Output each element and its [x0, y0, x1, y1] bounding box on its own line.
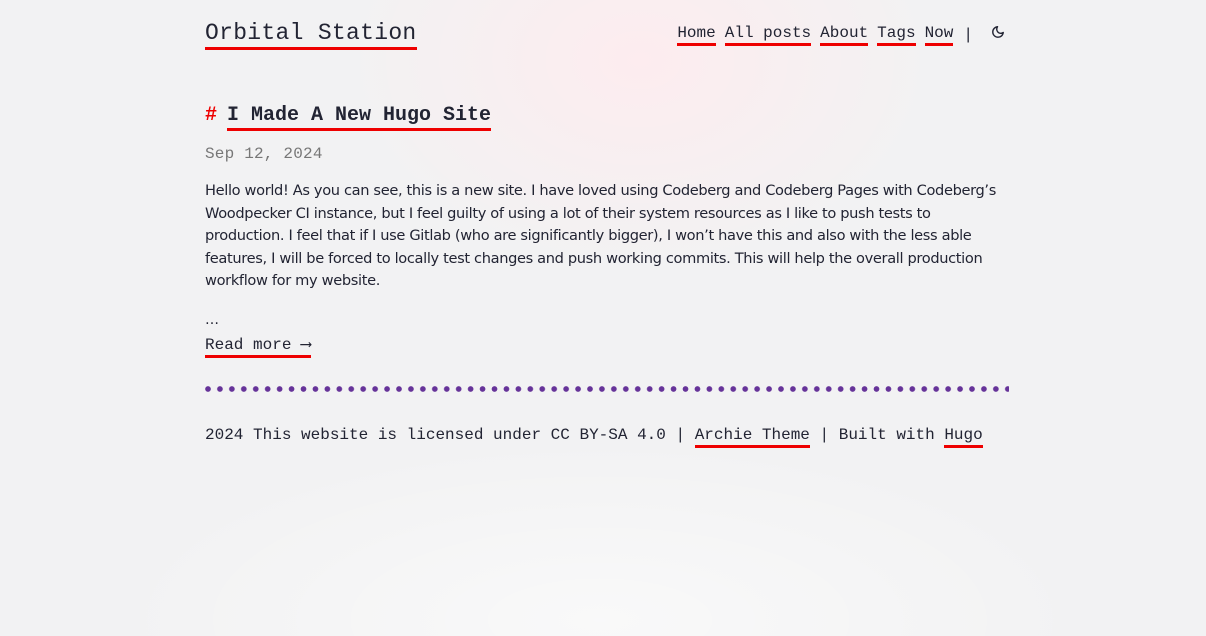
nav-home[interactable]: Home: [677, 24, 716, 46]
nav-now[interactable]: Now: [924, 24, 954, 46]
site-title-link[interactable]: Orbital Station: [205, 20, 417, 50]
nav-tags[interactable]: Tags: [877, 24, 916, 46]
summary-ellipsis: …: [205, 312, 219, 328]
footer-built-with-text: | Built with: [809, 426, 945, 444]
post-title: # I Made A New Hugo Site: [205, 104, 492, 131]
dotted-divider: [205, 386, 1009, 392]
post-title-link[interactable]: I Made A New Hugo Site: [227, 104, 492, 131]
post-summary: Hello world! As you can see, this is a n…: [205, 182, 996, 289]
nav-all-posts[interactable]: All posts: [724, 24, 812, 46]
hugo-link[interactable]: Hugo: [944, 426, 983, 448]
nav-separator: |: [963, 26, 973, 44]
footer-license-text: 2024 This website is licensed under CC B…: [205, 426, 695, 444]
archie-theme-link[interactable]: Archie Theme: [694, 426, 810, 448]
heading-hash: #: [205, 104, 218, 127]
read-more-link[interactable]: Read more ⟶: [205, 336, 311, 358]
page-container: Orbital Station Home All posts About Tag…: [205, 0, 1009, 448]
nav-about[interactable]: About: [820, 24, 869, 46]
main-nav: Home All posts About Tags Now |: [677, 24, 1005, 46]
site-header: Orbital Station Home All posts About Tag…: [205, 0, 1005, 60]
site-footer: 2024 This website is licensed under CC B…: [205, 426, 983, 448]
post-date: Sep 12, 2024: [205, 145, 323, 163]
moon-icon[interactable]: [991, 25, 1005, 39]
